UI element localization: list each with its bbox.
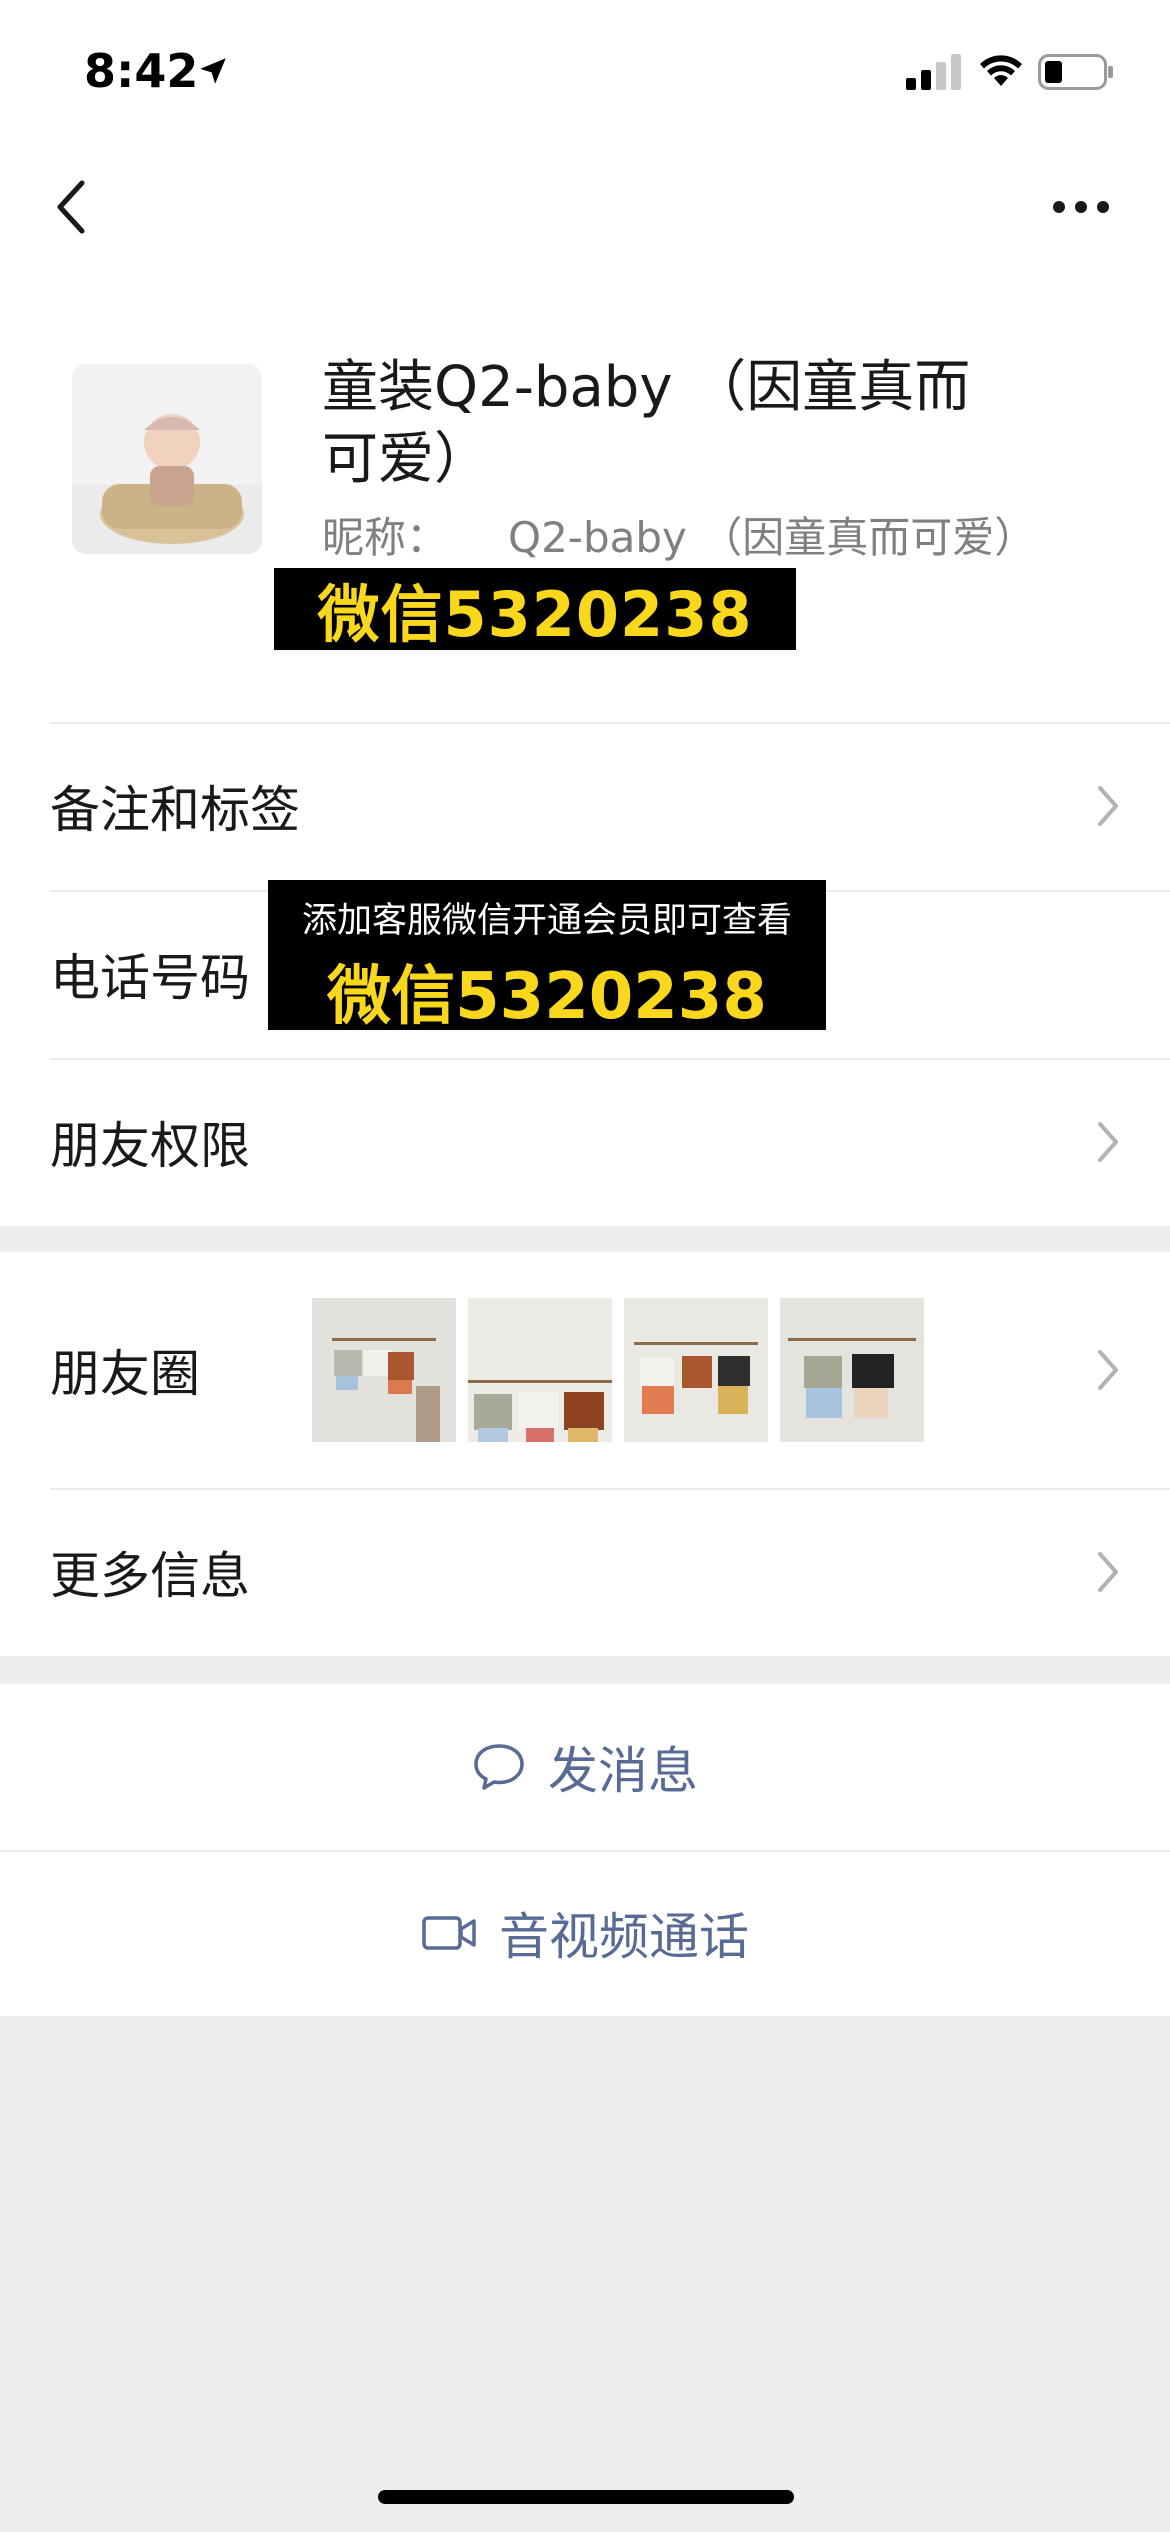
chat-bubble-icon — [472, 1742, 526, 1792]
video-call-button[interactable]: 音视频通话 — [0, 1850, 1170, 2016]
divider — [50, 1058, 1170, 1060]
row-friend-permissions[interactable]: 朋友权限 — [0, 1058, 1170, 1226]
social-list: 朋友圈 更多信息 — [0, 1252, 1170, 1656]
nickname: 昵称： Q2-baby （因童真而可爱） — [322, 504, 1036, 565]
display-name: 童装Q2-baby （因童真而可爱） — [322, 355, 971, 492]
back-button[interactable] — [40, 172, 100, 242]
divider — [0, 1850, 1170, 1852]
more-dots-icon — [1053, 201, 1109, 213]
wifi-icon — [980, 55, 1022, 86]
row-label: 朋友权限 — [50, 1117, 250, 1175]
profile-header: 童装Q2-baby （因童真而可爱） 昵称： Q2-baby （因童真而可爱） 微… — [0, 260, 1170, 722]
chevron-right-icon — [1098, 786, 1118, 826]
video-call-label: 音视频通话 — [499, 1908, 749, 1966]
moments-thumbnail[interactable] — [624, 1298, 768, 1442]
moments-thumbnail[interactable] — [312, 1298, 456, 1442]
wechat-overlay-text: 微信5320238 — [317, 578, 753, 651]
moments-thumbnail[interactable] — [468, 1298, 612, 1442]
status-bar: 8:42 — [0, 0, 1170, 150]
nickname-value: Q2-baby （因童真而可爱） — [508, 513, 1037, 562]
navigation-bar — [0, 150, 1170, 260]
wechat-overlay-banner: 微信5320238 — [274, 568, 796, 651]
chevron-right-icon — [1098, 1350, 1118, 1390]
nickname-label: 昵称： — [322, 513, 449, 562]
location-arrow-icon — [200, 58, 226, 84]
avatar[interactable] — [72, 364, 262, 554]
action-buttons: 发消息 音视频通话 — [0, 1684, 1170, 2016]
phone-overlay-notice: 添加客服微信开通会员即可查看 — [301, 901, 792, 941]
home-indicator[interactable] — [378, 2490, 794, 2504]
chevron-right-icon — [1098, 1122, 1118, 1162]
row-label: 朋友圈 — [50, 1345, 200, 1403]
more-options-button[interactable] — [1046, 172, 1116, 242]
moments-thumbnails — [312, 1298, 924, 1442]
row-moments[interactable]: 朋友圈 — [0, 1252, 1170, 1488]
divider — [50, 1488, 1170, 1490]
avatar-photo — [72, 364, 262, 554]
battery-icon — [1038, 54, 1113, 90]
back-chevron-icon — [57, 180, 85, 234]
signal-icon — [906, 54, 961, 90]
phone-overlay-wechat: 微信5320238 — [327, 960, 767, 1034]
row-label: 备注和标签 — [50, 781, 300, 839]
status-time: 8:42 — [84, 44, 199, 98]
video-camera-icon — [421, 1913, 477, 1953]
send-message-button[interactable]: 发消息 — [0, 1684, 1170, 1850]
moments-thumbnail[interactable] — [780, 1298, 924, 1442]
row-label: 更多信息 — [50, 1547, 250, 1605]
divider — [50, 722, 1170, 724]
row-more-info[interactable]: 更多信息 — [0, 1488, 1170, 1656]
send-message-label: 发消息 — [548, 1742, 698, 1800]
phone-overlay-banner: 添加客服微信开通会员即可查看 微信5320238 — [268, 880, 826, 1034]
row-label: 电话号码 — [50, 949, 250, 1007]
chevron-right-icon — [1098, 1552, 1118, 1592]
row-remarks-tags[interactable]: 备注和标签 — [0, 722, 1170, 890]
